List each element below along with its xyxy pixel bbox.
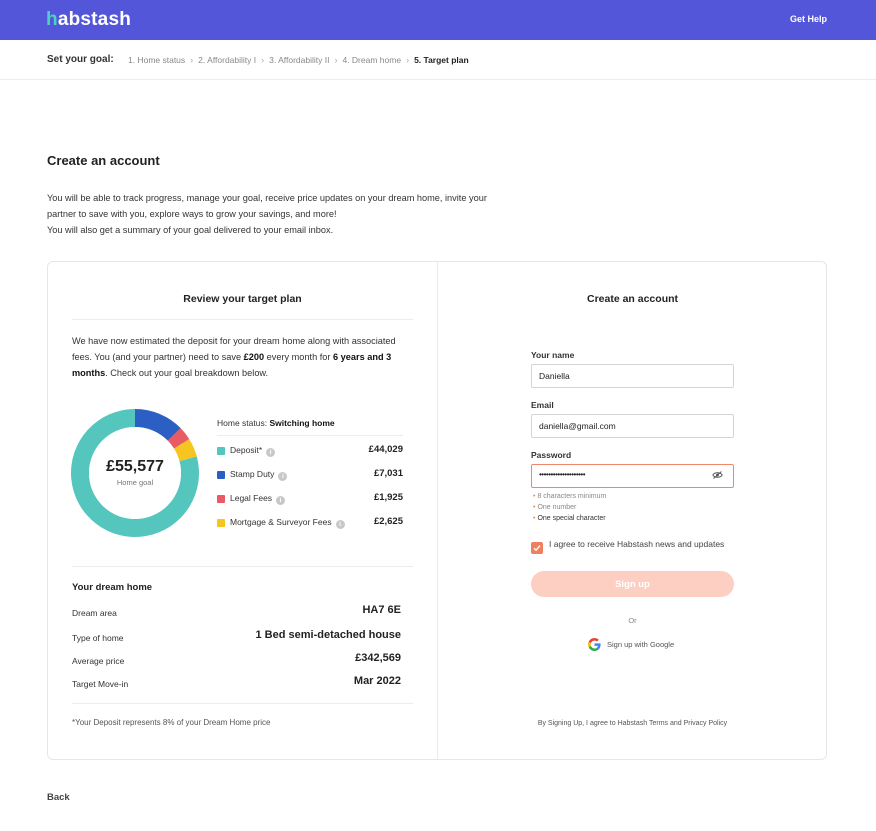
- breakdown-legend: Deposit* i £44,029 Stamp Duty i £7,031 Leg…: [217, 444, 403, 540]
- dream-row-move-in: Target Move-in Mar 2022: [72, 675, 401, 689]
- legend-label: Stamp Duty: [230, 469, 275, 479]
- plan-summary: We have now estimated the deposit for yo…: [72, 336, 396, 378]
- google-icon: [588, 637, 601, 651]
- google-signup-button[interactable]: Sign up with Google: [588, 637, 674, 651]
- legend-swatch: [217, 519, 225, 527]
- google-signup-label: Sign up with Google: [607, 639, 675, 649]
- donut-center: £55,577 Home goal: [70, 458, 200, 487]
- chevron-right-icon: ›: [261, 55, 265, 65]
- deposit-footnote: *Your Deposit represents 8% of your Drea…: [72, 718, 271, 727]
- legend-value: £1,925: [373, 492, 403, 503]
- legend-value: £44,029: [368, 444, 403, 455]
- legend-deposit: Deposit* i £44,029: [217, 444, 403, 468]
- dream-row-price: Average price £342,569: [72, 652, 401, 666]
- intro-line-1: You will be able to track progress, mana…: [47, 193, 487, 219]
- get-help-link[interactable]: Get Help: [790, 14, 827, 24]
- legend-mortgage-fees: Mortgage & Surveyor Fees i £2,625: [217, 516, 403, 540]
- move-in-value: Mar 2022: [353, 675, 401, 687]
- hint-min-chars: • 8 characters minimum: [533, 493, 607, 500]
- info-icon[interactable]: i: [278, 472, 288, 481]
- step-dream-home[interactable]: 4. Dream home: [342, 55, 401, 65]
- habstash-logo[interactable]: habstash: [46, 9, 131, 31]
- name-input[interactable]: [531, 364, 734, 388]
- divider: [72, 566, 413, 567]
- dream-home-title: Your dream home: [72, 582, 153, 593]
- name-label: Your name: [531, 350, 575, 360]
- home-goal-total: £55,577: [106, 458, 164, 475]
- divider: [217, 435, 403, 436]
- email-input[interactable]: [531, 414, 734, 438]
- legend-swatch: [217, 447, 225, 455]
- legend-label: Deposit*: [230, 445, 263, 455]
- step-home-status[interactable]: 1. Home status: [128, 55, 185, 65]
- password-hints: • 8 characters minimum • One number • One s…: [533, 491, 606, 524]
- dream-row-area: Dream area HA7 6E: [72, 604, 401, 618]
- terms-text[interactable]: By Signing Up, I agree to Habstash Terms…: [531, 719, 734, 729]
- chevron-right-icon: ›: [190, 55, 194, 65]
- legend-swatch: [217, 471, 225, 479]
- step-target-plan[interactable]: 5. Target plan: [414, 55, 469, 65]
- legend-value: £2,625: [373, 516, 403, 527]
- card-divider: [437, 262, 438, 759]
- intro-line-2: You will also get a summary of your goal…: [47, 225, 334, 235]
- hint-number: • One number: [533, 504, 577, 511]
- consent-label[interactable]: I agree to receive Habstash news and upd…: [549, 538, 734, 550]
- info-icon[interactable]: i: [335, 520, 345, 529]
- info-icon[interactable]: i: [276, 496, 286, 505]
- average-price-value: £342,569: [355, 652, 401, 664]
- signup-title: Create an account: [586, 293, 679, 305]
- eye-slash-icon[interactable]: [712, 471, 723, 479]
- legend-value: £7,031: [373, 468, 403, 479]
- info-icon[interactable]: i: [266, 448, 276, 457]
- step-affordability-2[interactable]: 3. Affordability II: [269, 55, 329, 65]
- password-label: Password: [531, 450, 572, 460]
- home-type-value: 1 Bed semi-detached house: [255, 629, 402, 641]
- goal-steps-bar: Set your goal: 1. Home status › 2. Affor…: [0, 40, 876, 80]
- steps-title: Set your goal:: [47, 54, 114, 65]
- back-link[interactable]: Back: [47, 792, 70, 803]
- email-label: Email: [531, 400, 554, 410]
- home-goal-label: Home goal: [116, 478, 154, 487]
- home-status: Home status: Switching home: [217, 418, 335, 428]
- dream-area-value: HA7 6E: [362, 604, 401, 616]
- consent-checkbox[interactable]: [531, 542, 543, 554]
- hint-special-char: • One special character: [533, 515, 606, 522]
- legend-label: Legal Fees: [230, 493, 273, 503]
- legend-stamp-duty: Stamp Duty i £7,031: [217, 468, 403, 492]
- step-affordability-1[interactable]: 2. Affordability I: [198, 55, 256, 65]
- sign-up-button[interactable]: Sign up: [531, 571, 734, 597]
- or-separator: Or: [628, 616, 637, 625]
- legend-legal-fees: Legal Fees i £1,925: [217, 492, 403, 516]
- account-card: Review your target plan We have now esti…: [47, 261, 827, 760]
- chevron-right-icon: ›: [406, 55, 410, 65]
- intro-text: You will be able to track progress, mana…: [47, 190, 487, 238]
- divider: [72, 703, 413, 704]
- top-bar: habstash Get Help: [0, 0, 876, 40]
- steps-breadcrumb: 1. Home status › 2. Affordability I › 3.…: [128, 55, 469, 65]
- review-title: Review your target plan: [183, 293, 302, 305]
- legend-label: Mortgage & Surveyor Fees: [230, 517, 332, 527]
- check-icon: [533, 545, 541, 552]
- monthly-amount: £200: [243, 352, 265, 362]
- page-title: Create an account: [47, 153, 160, 168]
- home-status-value: Switching home: [269, 418, 335, 428]
- divider: [72, 319, 413, 320]
- chevron-right-icon: ›: [334, 55, 338, 65]
- password-mask: ••••••••••••••••••••: [539, 470, 586, 479]
- legend-swatch: [217, 495, 225, 503]
- dream-row-type: Type of home 1 Bed semi-detached house: [72, 629, 402, 643]
